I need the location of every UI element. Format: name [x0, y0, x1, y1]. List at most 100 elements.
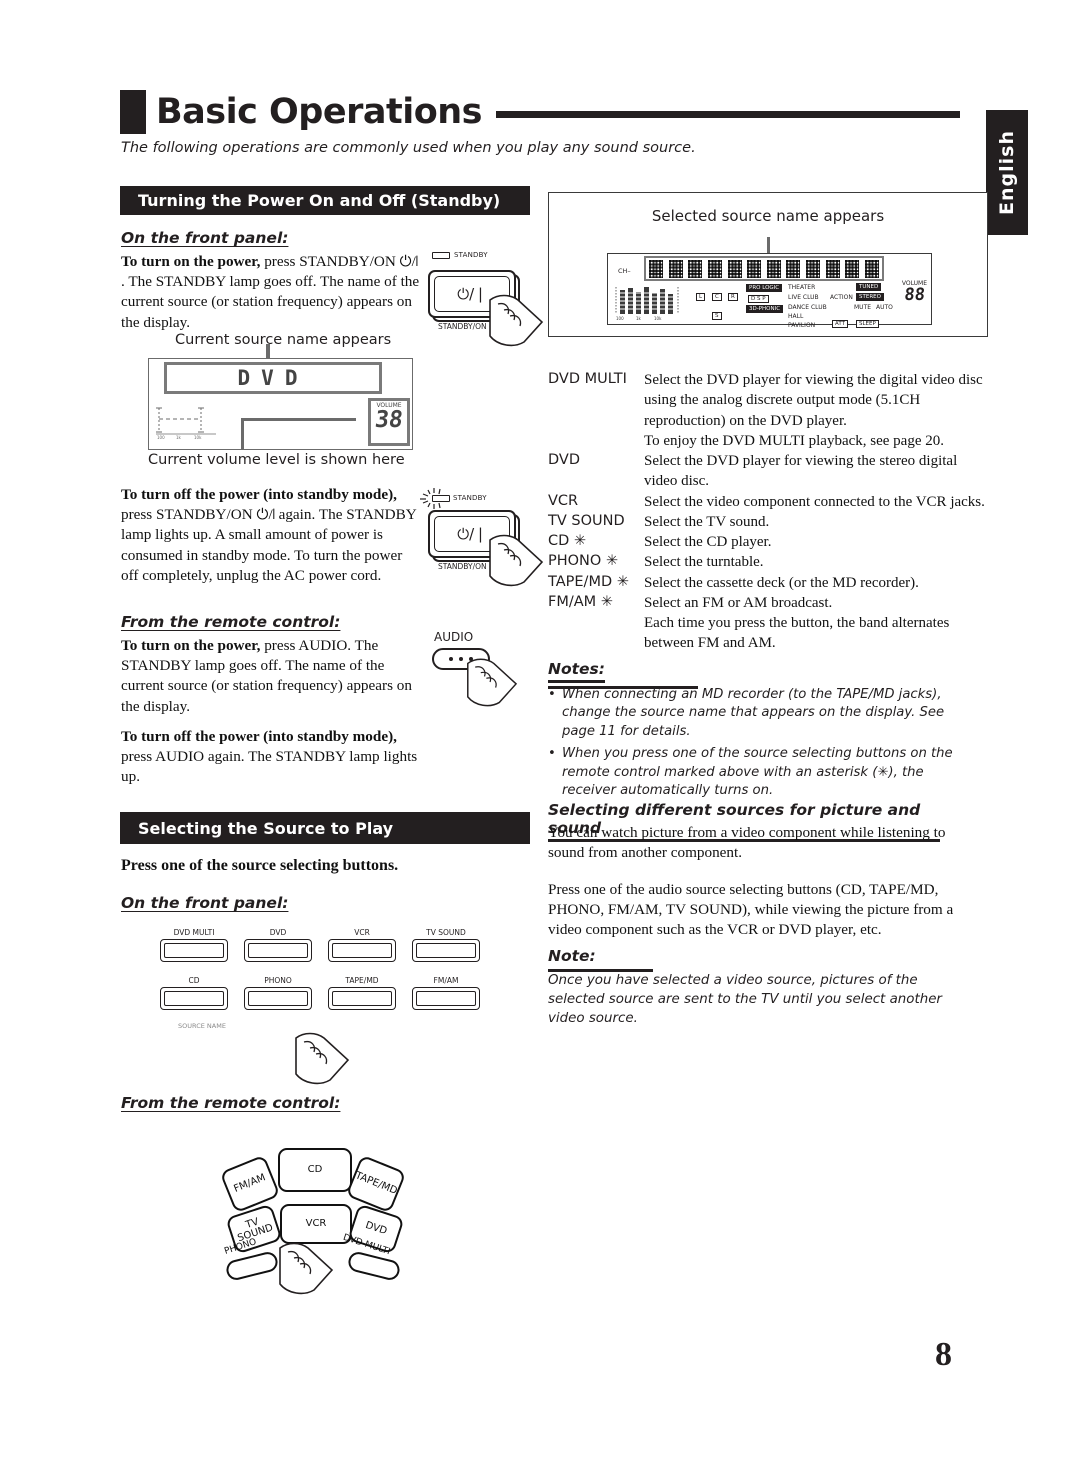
front-button-label-2: VCR [354, 928, 370, 937]
display-chip-R: R [728, 293, 738, 301]
source-desc-3: Select the TV sound. [644, 513, 770, 530]
source-desc-5: Select the turntable. [644, 554, 764, 571]
title-block-decoration [120, 90, 146, 134]
dot-matrix-cell [727, 259, 742, 278]
source-desc-2: Select the video component connected to … [644, 493, 985, 510]
dot-matrix-cell [864, 259, 879, 278]
caption-current-volume-level: Current volume level is shown here [148, 452, 405, 468]
list-item: • When you press one of the source selec… [548, 745, 978, 800]
standby-on-caption: STANDBY/ON [438, 322, 487, 331]
display-indicator-action: ACTION [830, 294, 853, 301]
audio-dot-1 [449, 657, 453, 661]
front-button-fm-am[interactable]: FM/AM [412, 976, 480, 1010]
front-button-label-6: TAPE/MD [345, 976, 379, 985]
display-indicator-auto: AUTO [876, 304, 893, 311]
language-tab-label: English [996, 130, 1018, 215]
front-button-box-2[interactable] [328, 939, 396, 962]
leader-line-display [767, 237, 770, 253]
standby-lamp-lit-icon [432, 495, 450, 502]
remote-key-fm-am[interactable]: FM/AM [219, 1154, 281, 1214]
table-row: DVD MULTI Select the DVD player for view… [548, 370, 993, 451]
bullet-icon: • [548, 746, 556, 762]
dot-matrix-cell [806, 259, 820, 278]
front-button-tape-md[interactable]: TAPE/MD [328, 976, 396, 1010]
front-button-cd[interactable]: CD [160, 976, 228, 1010]
figure-remote-source-cluster: FM/AM CD TAPE/MD TV SOUND VCR DVD PHONO … [218, 1140, 408, 1295]
remote-key-label-1: CD [307, 1163, 323, 1175]
turn-on-body: The STANDBY lamp goes off. The name of t… [121, 273, 420, 331]
front-button-label-0: DVD MULTI [173, 928, 215, 937]
pointing-hand-icon-3 [467, 658, 518, 707]
subheading-remote-source: From the remote control: [121, 1094, 341, 1112]
front-button-label-1: DVD [269, 928, 287, 937]
notes-heading: Notes: [548, 660, 605, 683]
page-number: 8 [935, 1336, 952, 1373]
standby-lamp-label: STANDBY [454, 251, 488, 259]
source-name-5: PHONO ✳ [548, 553, 619, 570]
front-button-box-3[interactable] [412, 939, 480, 962]
source-desc-0: Select the DVD player for viewing the di… [644, 372, 983, 449]
language-tab: English [986, 110, 1028, 235]
remote-key-tape-md[interactable]: TAPE/MD [345, 1154, 407, 1214]
remote-key-dvd-multi[interactable] [346, 1250, 402, 1282]
subheading-front-panel-power: On the front panel: [121, 229, 289, 247]
pointing-hand-icon-5 [279, 1242, 334, 1295]
figure-standby-button-on: STANDBY ⏻/❘ STANDBY/ON [420, 248, 550, 348]
display-volume-group: VOLUME 88 [902, 280, 927, 305]
remote-key-label-0: FM/AM [232, 1171, 268, 1195]
svg-text:10k: 10k [654, 316, 662, 321]
leader-line-volume-vertical [241, 420, 244, 450]
turn-off-rest: press STANDBY/ON ⏻/❘ again. [121, 506, 316, 524]
front-button-label-3: TV SOUND [426, 928, 466, 937]
table-row: TV SOUND Select the TV sound. [548, 512, 993, 532]
front-button-box-6[interactable] [328, 987, 396, 1010]
front-button-box-7[interactable] [412, 987, 480, 1010]
note-text-1: When you press one of the source selecti… [562, 746, 953, 799]
front-button-box-4[interactable] [160, 987, 228, 1010]
leader-line-volume-horizontal [241, 418, 356, 421]
dot-matrix-cell [707, 259, 722, 278]
subheading-remote-power: From the remote control: [121, 613, 341, 631]
source-desc-6: Select the cassette deck (or the MD reco… [644, 574, 919, 591]
list-item: • When connecting an MD recorder (to the… [548, 686, 978, 741]
remote-key-label-4: VCR [305, 1217, 327, 1229]
front-button-box-5[interactable] [244, 987, 312, 1010]
spectrum-analyzer-icon: 100 1k 10k [156, 407, 216, 440]
title-rule [496, 110, 960, 118]
front-button-box-1[interactable] [244, 939, 312, 962]
front-button-dvd-multi[interactable]: DVD MULTI [160, 928, 228, 962]
display-chip-S: S [712, 312, 722, 320]
remote-key-label-2: TAPE/MD [353, 1169, 399, 1197]
table-row: VCR Select the video component connected… [548, 492, 993, 512]
paragraph-turn-off-front: To turn off the power (into standby mode… [121, 485, 421, 586]
front-display-source-window: DVD [164, 362, 382, 394]
front-button-label-4: CD [188, 976, 200, 985]
front-display-volume-box: VOLUME 38 [368, 398, 410, 446]
note-text-0: When connecting an MD recorder (to the T… [562, 687, 945, 739]
front-button-label-7: FM/AM [433, 976, 459, 985]
figure-audio-key: AUDIO [428, 630, 538, 707]
remote-off-rest: press AUDIO again. [121, 748, 245, 766]
subheading-front-panel-source: On the front panel: [121, 894, 289, 912]
front-button-phono[interactable]: PHONO [244, 976, 312, 1010]
front-button-dvd[interactable]: DVD [244, 928, 312, 962]
front-button-label-5: PHONO [264, 976, 292, 985]
front-button-vcr[interactable]: VCR [328, 928, 396, 962]
remote-key-cd[interactable]: CD [278, 1148, 352, 1192]
source-name-0: DVD MULTI [548, 371, 627, 387]
paragraph-turn-off-remote: To turn off the power (into standby mode… [121, 727, 421, 788]
remote-off-bold: To turn off the power (into standby mode… [121, 728, 397, 745]
display-indicator-mute: MUTE [854, 304, 872, 311]
section-header-source: Selecting the Source to Play [120, 812, 530, 844]
display-indicator-att: ATT [832, 320, 848, 328]
front-button-tv-sound[interactable]: TV SOUND [412, 928, 480, 962]
remote-key-vcr[interactable]: VCR [280, 1204, 352, 1244]
display-indicator-dance-club: DANCE CLUB [788, 304, 827, 311]
remote-key-label-5: DVD [364, 1219, 389, 1237]
paragraph-turn-on-front: To turn on the power, press STANDBY/ON ⏻… [121, 252, 421, 333]
standby-on-caption-2: STANDBY/ON [438, 562, 487, 571]
dot-matrix-cell [688, 259, 703, 278]
pointing-hand-icon [489, 294, 544, 347]
source-desc-4: Select the CD player. [644, 534, 772, 550]
front-button-box-0[interactable] [160, 939, 228, 962]
